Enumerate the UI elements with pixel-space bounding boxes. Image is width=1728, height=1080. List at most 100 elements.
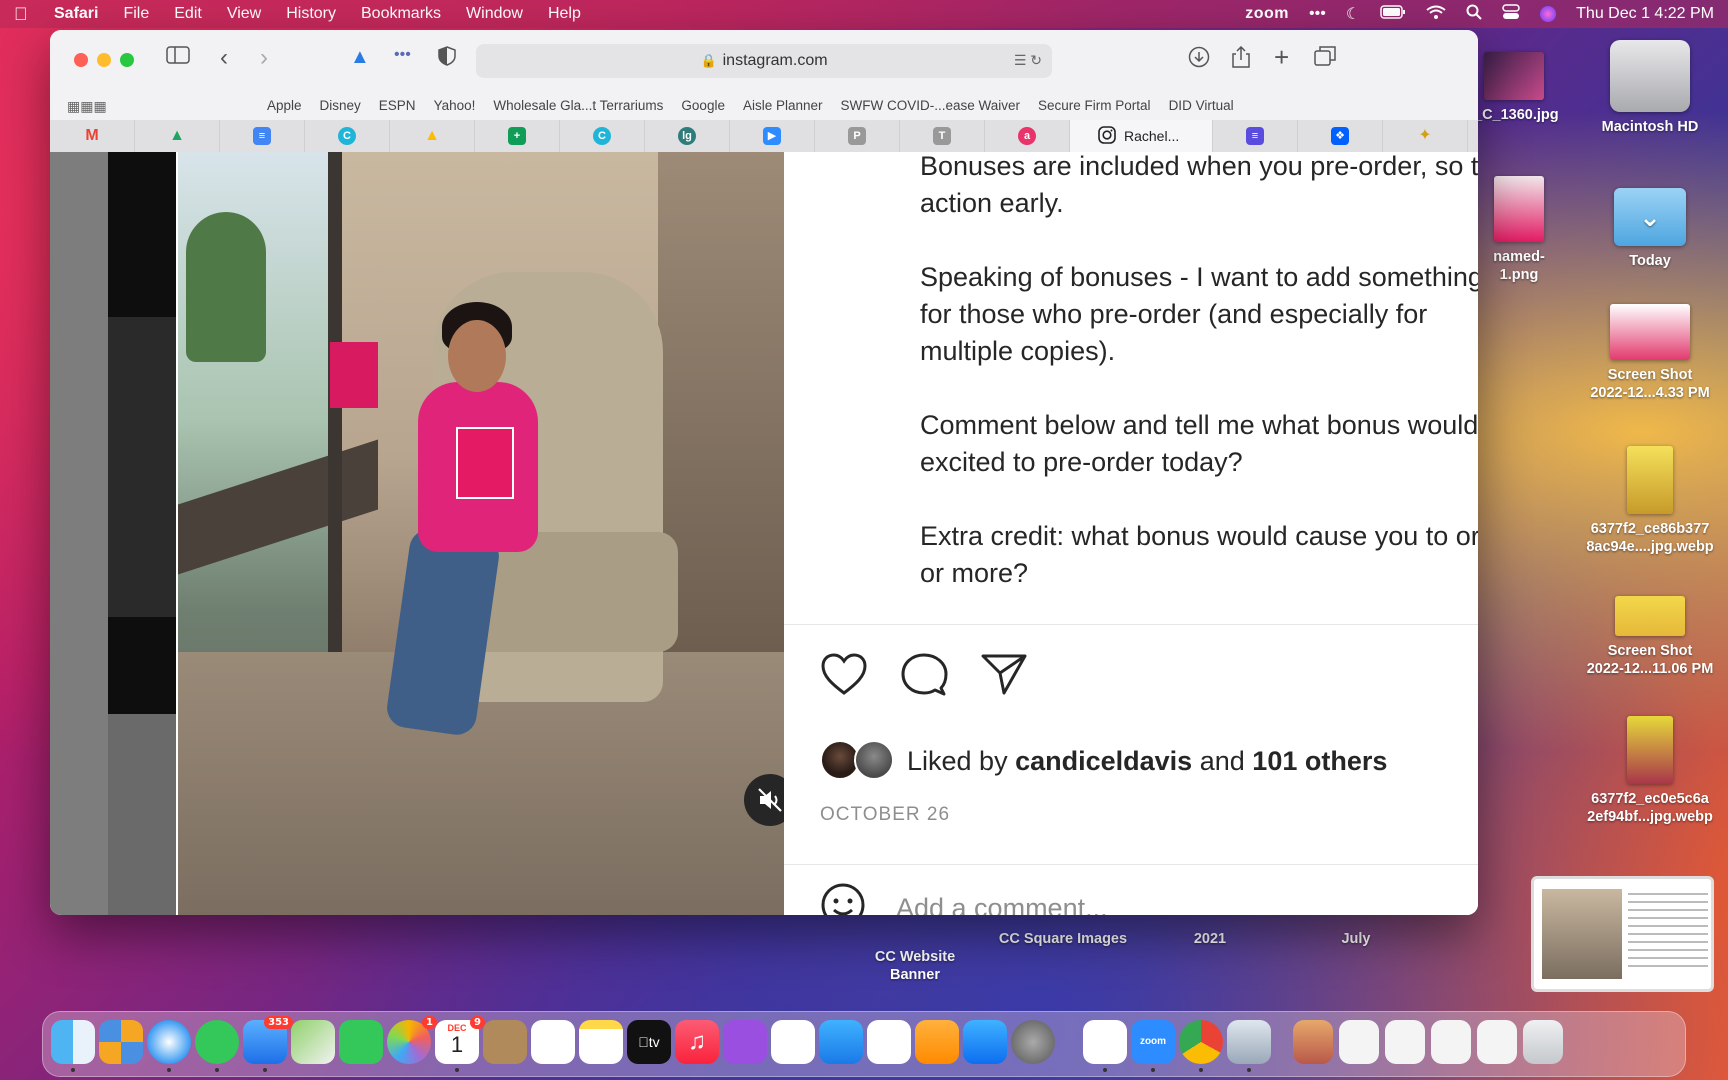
menu-bookmarks[interactable]: Bookmarks xyxy=(361,5,441,23)
tab-google-docs[interactable]: ≡ xyxy=(220,120,305,152)
tab-t-site[interactable]: T xyxy=(900,120,985,152)
dock-recent-file[interactable] xyxy=(1339,1020,1379,1064)
chrome-icon[interactable] xyxy=(1179,1020,1223,1072)
extension-flame-icon[interactable]: ▲ xyxy=(350,46,370,69)
desktop-webp-1[interactable]: 6377f2_ce86b377 8ac94e....jpg.webp xyxy=(1578,446,1722,556)
menu-edit[interactable]: Edit xyxy=(174,5,202,23)
safari-icon[interactable] xyxy=(147,1020,191,1072)
more-dots-icon[interactable]: ••• xyxy=(1309,5,1326,23)
sidebar-toggle-icon[interactable] xyxy=(166,46,190,70)
facetime-icon[interactable] xyxy=(339,1020,383,1064)
dock-recent-file[interactable] xyxy=(1431,1020,1471,1064)
minimize-window-button[interactable] xyxy=(97,53,111,67)
calendar-icon[interactable]: DEC 1 9 xyxy=(435,1016,485,1072)
dock-recent-file[interactable] xyxy=(1477,1020,1517,1064)
tab-google-sheets[interactable]: + xyxy=(475,120,560,152)
apple-tv-icon[interactable]: tv xyxy=(627,1020,671,1064)
liker-avatars[interactable] xyxy=(820,740,895,782)
keynote-icon[interactable] xyxy=(819,1020,863,1064)
maps-icon[interactable] xyxy=(291,1020,335,1064)
messages-icon[interactable] xyxy=(195,1020,239,1072)
apple-menu-icon[interactable]:  xyxy=(14,4,54,25)
desktop-file-named-png[interactable]: named-1.png xyxy=(1474,176,1564,284)
zoom-app-icon[interactable]: zoom xyxy=(1131,1020,1175,1072)
menu-datetime[interactable]: Thu Dec 1 4:22 PM xyxy=(1576,5,1714,23)
comment-bubble-icon[interactable] xyxy=(900,652,948,703)
menu-app-name[interactable]: Safari xyxy=(54,5,98,23)
photos-icon[interactable]: 1 xyxy=(387,1016,437,1064)
forward-arrow-icon[interactable]: › xyxy=(260,44,268,72)
desktop-folder-cc-square-images[interactable]: CC Square Images xyxy=(990,930,1136,948)
bookmark-disney[interactable]: Disney xyxy=(320,98,361,113)
address-bar[interactable]: 🔒 instagram.com ☰ ↻ xyxy=(476,44,1052,78)
extension-dots-icon[interactable]: ••• xyxy=(394,46,411,64)
tab-canva-2[interactable]: C xyxy=(560,120,645,152)
bookmark-wholesale-terrariums[interactable]: Wholesale Gla...t Terrariums xyxy=(493,98,663,113)
tab-layers[interactable]: ≡ xyxy=(1213,120,1298,152)
news-icon[interactable] xyxy=(771,1020,815,1064)
desktop-webp-2[interactable]: 6377f2_ec0e5c6a 2ef94bf...jpg.webp xyxy=(1578,716,1722,826)
back-arrow-icon[interactable]: ‹ xyxy=(220,44,228,72)
menu-help[interactable]: Help xyxy=(548,5,581,23)
screenshot-preview-thumbnail[interactable] xyxy=(1531,876,1714,992)
trash-icon[interactable] xyxy=(1523,1020,1563,1064)
zoom-window-button[interactable] xyxy=(120,53,134,67)
podcasts-icon[interactable] xyxy=(723,1020,767,1064)
bookmark-apple[interactable]: Apple xyxy=(267,98,302,113)
desktop-screenshot-2[interactable]: Screen Shot 2022-12...11.06 PM xyxy=(1578,596,1722,678)
tab-google-drive-2[interactable]: ▲ xyxy=(390,120,475,152)
dock-recent-file[interactable] xyxy=(1293,1020,1333,1064)
bookmark-google[interactable]: Google xyxy=(681,98,725,113)
tab-zoom[interactable]: ▶ xyxy=(730,120,815,152)
tab-gmail[interactable]: M xyxy=(50,120,135,152)
siri-icon[interactable] xyxy=(1540,6,1557,22)
contacts-icon[interactable] xyxy=(483,1020,527,1064)
menu-view[interactable]: View xyxy=(227,5,261,23)
downloads-icon[interactable] xyxy=(1188,46,1210,74)
privacy-shield-icon[interactable] xyxy=(438,46,456,72)
tab-canva-1[interactable]: C xyxy=(305,120,390,152)
battery-icon[interactable] xyxy=(1380,4,1406,24)
liked-by-user-link[interactable]: candiceldavis xyxy=(1015,746,1192,777)
pages-icon[interactable] xyxy=(915,1020,959,1064)
tab-linktree[interactable]: lg xyxy=(645,120,730,152)
desktop-screenshot-1[interactable]: Screen Shot 2022-12...4.33 PM xyxy=(1578,304,1722,402)
slack-icon[interactable] xyxy=(1083,1020,1127,1072)
menu-file[interactable]: File xyxy=(123,5,149,23)
reminders-icon[interactable] xyxy=(531,1020,575,1064)
like-heart-icon[interactable] xyxy=(820,652,868,703)
focus-moon-icon[interactable]: ☾ xyxy=(1346,4,1360,24)
translate-reload-icons[interactable]: ☰ ↻ xyxy=(1014,52,1042,69)
tab-sparkle[interactable]: ✦ xyxy=(1383,120,1468,152)
comment-input[interactable]: Add a comment... xyxy=(896,893,1108,915)
desktop-drive-macintosh-hd[interactable]: Macintosh HD xyxy=(1590,40,1710,136)
bookmark-secure-firm-portal[interactable]: Secure Firm Portal xyxy=(1038,98,1151,113)
menu-history[interactable]: History xyxy=(286,5,336,23)
finder-icon[interactable] xyxy=(51,1020,95,1072)
wifi-icon[interactable] xyxy=(1426,5,1446,24)
spotlight-search-icon[interactable] xyxy=(1466,4,1482,25)
close-window-button[interactable] xyxy=(74,53,88,67)
desktop-file-c1360[interactable]: _C_1360.jpg xyxy=(1474,52,1559,124)
likes-count-link[interactable]: 101 others xyxy=(1252,746,1387,777)
desktop-folder-today[interactable]: ⌄ Today xyxy=(1600,188,1700,270)
tab-google-drive-1[interactable]: ▲ xyxy=(135,120,220,152)
dock-recent-file[interactable] xyxy=(1385,1020,1425,1064)
favorites-grid-icon[interactable]: ▦▦▦ xyxy=(67,98,107,115)
app-store-icon[interactable] xyxy=(963,1020,1007,1064)
numbers-icon[interactable] xyxy=(867,1020,911,1064)
bookmark-swfw-covid-waiver[interactable]: SWFW COVID-...ease Waiver xyxy=(841,98,1021,113)
menu-window[interactable]: Window xyxy=(466,5,523,23)
bookmark-did-virtual[interactable]: DID Virtual xyxy=(1169,98,1234,113)
notes-icon[interactable] xyxy=(579,1020,623,1064)
launchpad-icon[interactable] xyxy=(99,1020,143,1064)
control-center-icon[interactable] xyxy=(1502,3,1520,25)
tab-overview-icon[interactable] xyxy=(1314,46,1336,72)
bookmark-espn[interactable]: ESPN xyxy=(379,98,416,113)
desktop-folder-2021[interactable]: 2021 xyxy=(1170,930,1250,948)
bookmark-yahoo[interactable]: Yahoo! xyxy=(434,98,476,113)
zoom-status-item[interactable]: zoom xyxy=(1245,5,1289,23)
emoji-picker-icon[interactable] xyxy=(820,882,866,915)
desktop-folder-july[interactable]: July xyxy=(1316,930,1396,948)
tab-instagram-active[interactable]: Rachel... xyxy=(1070,120,1213,152)
